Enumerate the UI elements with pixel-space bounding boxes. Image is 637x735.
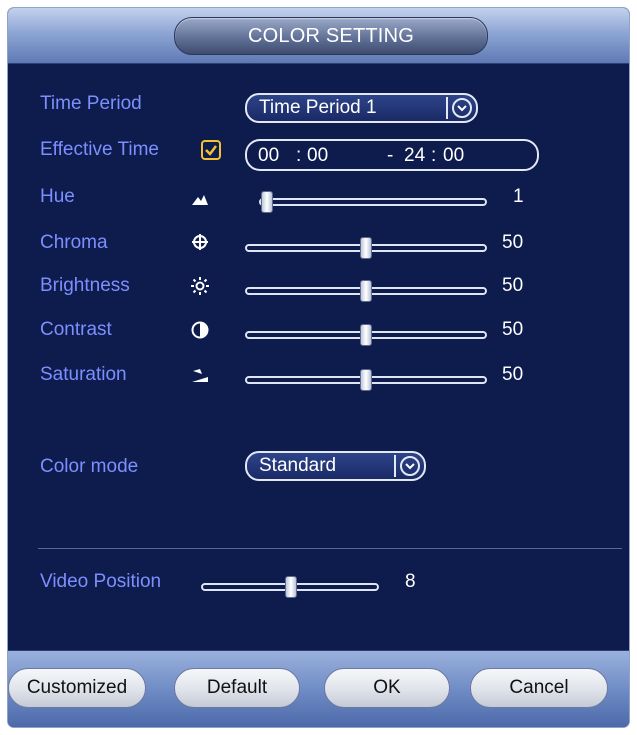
brightness-icon bbox=[191, 277, 209, 295]
customized-button[interactable]: Customized bbox=[8, 668, 146, 708]
chevron-down-icon[interactable] bbox=[400, 456, 420, 476]
cancel-button[interactable]: Cancel bbox=[470, 668, 608, 708]
hue-slider-thumb[interactable] bbox=[261, 191, 273, 213]
button-bar: Customized Default OK Cancel bbox=[8, 650, 629, 727]
time-period-select[interactable]: Time Period 1 bbox=[245, 93, 478, 123]
select-separator bbox=[394, 455, 396, 477]
section-divider bbox=[38, 548, 622, 549]
contrast-slider-thumb[interactable] bbox=[360, 324, 372, 346]
chroma-label: Chroma bbox=[40, 232, 108, 253]
saturation-icon bbox=[192, 369, 208, 382]
start-hour-field[interactable]: 00 bbox=[258, 145, 279, 167]
effective-time-range-input[interactable]: 00 : 00 - 24 : 00 bbox=[245, 139, 539, 171]
video-position-label: Video Position bbox=[40, 571, 162, 592]
ok-button[interactable]: OK bbox=[324, 668, 450, 708]
chevron-down-icon[interactable] bbox=[452, 98, 472, 118]
saturation-value: 50 bbox=[502, 364, 524, 385]
saturation-slider-thumb[interactable] bbox=[360, 369, 372, 391]
dialog-title: COLOR SETTING bbox=[174, 17, 488, 55]
hue-icon bbox=[192, 195, 208, 205]
time-colon-2: : bbox=[431, 145, 437, 166]
brightness-label: Brightness bbox=[40, 275, 130, 296]
contrast-label: Contrast bbox=[40, 319, 112, 340]
color-setting-dialog: COLOR SETTING Time Period Time Period 1 … bbox=[8, 8, 629, 727]
video-position-slider-thumb[interactable] bbox=[285, 576, 297, 598]
brightness-slider-thumb[interactable] bbox=[360, 280, 372, 302]
title-bar: COLOR SETTING bbox=[8, 8, 629, 64]
contrast-value: 50 bbox=[502, 319, 524, 340]
chroma-icon bbox=[192, 234, 208, 250]
effective-time-label: Effective Time bbox=[40, 139, 159, 160]
check-icon bbox=[205, 145, 217, 156]
color-mode-value: Standard bbox=[259, 455, 337, 476]
hue-label: Hue bbox=[40, 186, 75, 207]
chroma-value: 50 bbox=[502, 232, 524, 253]
contrast-icon bbox=[191, 321, 209, 339]
end-minute-field[interactable]: 00 bbox=[443, 145, 464, 167]
effective-time-checkbox[interactable] bbox=[201, 140, 221, 160]
time-colon: : bbox=[296, 145, 302, 166]
time-dash: - bbox=[387, 145, 394, 166]
saturation-label: Saturation bbox=[40, 364, 127, 385]
hue-value: 1 bbox=[513, 186, 524, 207]
time-period-value: Time Period 1 bbox=[259, 97, 377, 118]
color-mode-label: Color mode bbox=[40, 456, 139, 477]
start-minute-field[interactable]: 00 bbox=[307, 145, 328, 167]
default-button[interactable]: Default bbox=[174, 668, 300, 708]
color-mode-select[interactable]: Standard bbox=[245, 451, 426, 481]
end-hour-field[interactable]: 24 bbox=[404, 145, 425, 167]
video-position-value: 8 bbox=[405, 571, 416, 592]
brightness-value: 50 bbox=[502, 275, 524, 296]
time-period-label: Time Period bbox=[40, 93, 142, 114]
chroma-slider-thumb[interactable] bbox=[360, 237, 372, 259]
hue-slider-track[interactable] bbox=[259, 198, 487, 206]
select-separator bbox=[446, 97, 448, 119]
